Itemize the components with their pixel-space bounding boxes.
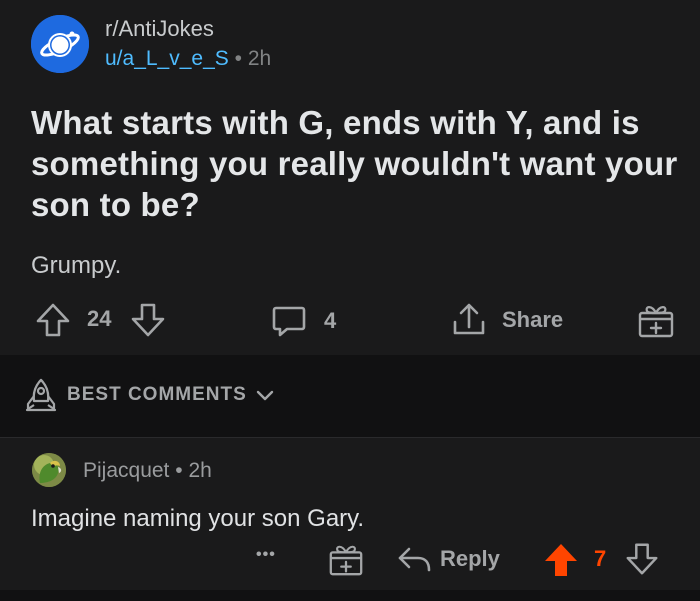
chevron-down-icon xyxy=(256,390,273,401)
meta-separator: • xyxy=(234,47,242,70)
post-author[interactable]: u/a_L_v_e_S xyxy=(105,47,229,70)
comment-score: 7 xyxy=(594,546,607,571)
post-card: r/AntiJokes u/a_L_v_e_S • 2h What starts… xyxy=(0,0,700,355)
comment-actions: ••• Reply 7 xyxy=(0,538,700,582)
post-meta: u/a_L_v_e_S • 2h xyxy=(105,47,271,71)
upvote-icon xyxy=(36,303,70,337)
comment-icon xyxy=(272,306,306,337)
gift-icon xyxy=(329,545,363,576)
downvote-icon xyxy=(131,303,165,337)
award-button[interactable] xyxy=(636,300,676,340)
reply-button[interactable]: Reply xyxy=(396,541,500,577)
comment-count: 4 xyxy=(324,308,337,333)
downvote-icon xyxy=(626,543,658,575)
post-body: Grumpy. xyxy=(31,252,122,279)
avatar[interactable] xyxy=(32,453,66,487)
share-icon xyxy=(453,303,485,335)
downvote-button[interactable] xyxy=(128,300,168,340)
parrot-avatar-icon xyxy=(32,453,66,487)
reply-icon xyxy=(398,547,431,572)
sort-label: BEST COMMENTS xyxy=(67,384,247,405)
upvote-button[interactable] xyxy=(33,300,73,340)
share-button[interactable]: Share xyxy=(449,300,563,340)
post-score: 24 xyxy=(87,306,112,331)
post-title[interactable]: What starts with G, ends with Y, and is … xyxy=(31,102,681,225)
post-actions: 24 4 Share xyxy=(0,296,700,346)
subreddit-avatar[interactable] xyxy=(31,15,89,73)
upvote-icon xyxy=(545,544,577,576)
subreddit-name[interactable]: r/AntiJokes xyxy=(105,16,214,42)
comment-award-button[interactable] xyxy=(327,540,365,578)
planet-icon xyxy=(31,15,89,73)
gift-icon xyxy=(638,306,674,338)
reply-label: Reply xyxy=(440,546,500,571)
comment-meta: Pijacquet • 2h xyxy=(83,459,212,483)
comment-upvote-button[interactable] xyxy=(541,540,581,580)
sort-best-comments[interactable]: BEST COMMENTS xyxy=(23,377,275,413)
bottom-divider xyxy=(0,590,700,601)
comments-sort-bar: BEST COMMENTS xyxy=(0,355,700,437)
comment-author[interactable]: Pijacquet xyxy=(83,459,169,482)
comment-body: Imagine naming your son Gary. xyxy=(31,505,365,532)
comment-card: Pijacquet • 2h Imagine naming your son G… xyxy=(0,437,700,601)
comment-age: 2h xyxy=(188,459,212,482)
share-label: Share xyxy=(502,307,564,332)
more-options-button[interactable]: ••• xyxy=(256,546,276,564)
rocket-icon xyxy=(25,378,57,412)
comments-button[interactable]: 4 xyxy=(270,302,336,340)
post-age: 2h xyxy=(247,47,272,70)
meta-separator: • xyxy=(175,459,183,482)
comment-downvote-button[interactable] xyxy=(623,540,661,578)
